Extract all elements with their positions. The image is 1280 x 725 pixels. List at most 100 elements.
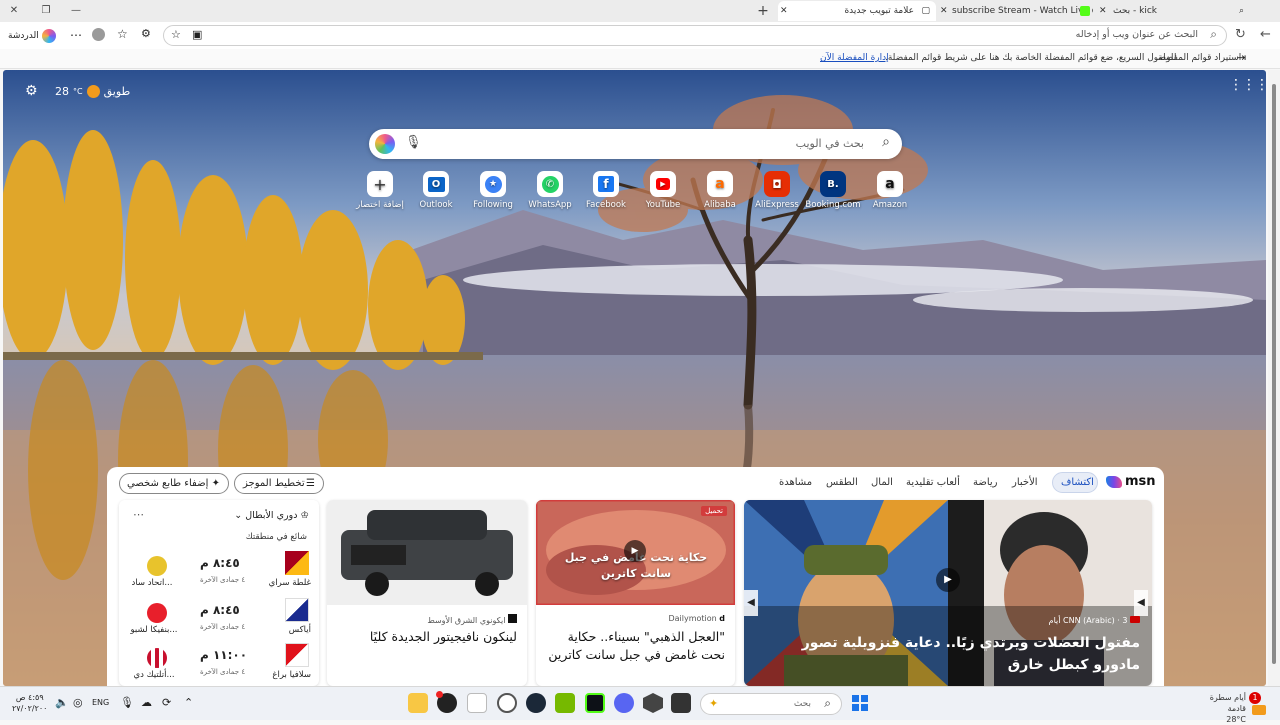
- notepad-icon[interactable]: [467, 693, 487, 713]
- speaker-icon[interactable]: 🔈: [55, 696, 69, 709]
- settings-app-icon[interactable]: [497, 693, 517, 713]
- tab-news[interactable]: الأخبار: [1012, 477, 1038, 488]
- extensions-icon[interactable]: ⚙: [141, 27, 151, 40]
- quick-link-following[interactable]: ★ Following: [464, 171, 522, 210]
- more-menu-icon[interactable]: ⋯: [70, 28, 82, 42]
- back-icon[interactable]: ←: [1260, 27, 1271, 42]
- profile-avatar[interactable]: [92, 28, 105, 41]
- quick-link-whatsapp[interactable]: ✆ WhatsApp: [521, 171, 579, 210]
- split-screen-icon[interactable]: ▣: [192, 28, 202, 41]
- msn-butterfly-icon: [1106, 475, 1122, 488]
- tab-discover[interactable]: اكتشاف: [1052, 472, 1098, 493]
- tab-close-icon[interactable]: ✕: [780, 1, 788, 21]
- quick-link-aliexpress[interactable]: ◘ AliExpress: [748, 171, 806, 210]
- weather-temp: 28: [55, 84, 69, 98]
- tab-new-tab[interactable]: ✕ ▢ علامة تبويب جديدة: [778, 1, 936, 21]
- quick-link-facebook[interactable]: f Facebook: [577, 171, 635, 210]
- news-card-lincoln[interactable]: ايكونوي الشرق الأوسط لينكون نافيجيتور ال…: [327, 500, 527, 686]
- more-options-icon[interactable]: ⋯: [133, 508, 144, 521]
- match-row[interactable]: سلافيا براغ ١١:٠٠ م ٤ جمادى الآخرة أتلتي…: [125, 640, 315, 684]
- carousel-prev-icon[interactable]: ◀: [744, 590, 758, 616]
- add-favorite-icon[interactable]: ☆: [171, 28, 181, 41]
- news-card-maduro[interactable]: ▶ ◀ ◀ CNN (Arabic) · 3 أيام مفتول العضلا…: [744, 500, 1152, 686]
- restore-window-icon[interactable]: ❐: [38, 3, 54, 19]
- discord-icon[interactable]: [614, 693, 634, 713]
- quick-link-youtube[interactable]: ▶ YouTube: [634, 171, 692, 210]
- source-logo-icon: [508, 614, 517, 623]
- facebook-icon: f: [593, 171, 619, 197]
- whatsapp-icon: ✆: [537, 171, 563, 197]
- kick-app-icon[interactable]: [585, 693, 605, 713]
- feed-layout-button[interactable]: ☰ تخطيط الموجز: [234, 473, 324, 494]
- favorites-icon[interactable]: ☆: [117, 27, 128, 41]
- file-explorer-icon[interactable]: [408, 693, 428, 713]
- tab-kick-search[interactable]: ✕ بحث - kick ⌕: [1095, 1, 1255, 21]
- tab-close-icon[interactable]: ✕: [1099, 1, 1107, 21]
- play-video-icon[interactable]: ▶: [936, 568, 960, 592]
- language-indicator[interactable]: ENG: [92, 698, 109, 707]
- start-windows-icon[interactable]: [852, 695, 868, 711]
- copilot-icon[interactable]: [375, 134, 395, 154]
- tab-sports[interactable]: رياضة: [973, 477, 998, 488]
- sync-icon[interactable]: ⟳: [162, 696, 171, 709]
- quick-link-amazon[interactable]: a Amazon: [861, 171, 919, 210]
- terminal-icon[interactable]: [671, 693, 691, 713]
- taskbar-search-input[interactable]: بحث: [794, 699, 811, 709]
- news-card-golden-calf[interactable]: تحميل حكاية نحت غامض في جبل سانت كاترين …: [536, 500, 735, 686]
- cloud-icon[interactable]: ☁: [141, 696, 152, 709]
- match-row[interactable]: غلطة سراي ٨:٤٥ م ٤ جمادى الآخرة اتحاد سا…: [125, 548, 315, 592]
- personalize-button[interactable]: ✦ إضفاء طابع شخصي: [119, 473, 229, 494]
- tab-money[interactable]: المال: [871, 477, 893, 488]
- taskbar-weather[interactable]: أيام سطرة قادمة 28°C: [1190, 692, 1246, 725]
- play-video-icon[interactable]: ▶: [624, 540, 646, 562]
- clock-time: ٤:٥٩ ص: [15, 693, 44, 702]
- microphone-icon[interactable]: 🎙: [405, 135, 422, 150]
- tab-kick-stream[interactable]: ✕ subscribe Stream - Watch Live on: [938, 1, 1093, 21]
- wifi-icon[interactable]: ◎: [73, 696, 83, 709]
- match-date: ٤ جمادى الآخرة: [200, 668, 246, 676]
- widgets-icon[interactable]: [1252, 705, 1266, 715]
- address-input[interactable]: البحث عن عنوان ويب أو إدخاله: [1076, 29, 1198, 40]
- card-source: CNN (Arabic) · 3 أيام: [1049, 616, 1140, 625]
- quick-link-label: WhatsApp: [528, 200, 572, 210]
- microphone-icon[interactable]: 🎙: [120, 696, 134, 709]
- address-bar[interactable]: ☆ ▣ البحث عن عنوان ويب أو إدخاله ⌕: [163, 25, 1227, 46]
- refresh-icon[interactable]: ↻: [1235, 27, 1246, 42]
- msn-logo[interactable]: msn: [1106, 474, 1156, 489]
- add-shortcut-button[interactable]: + إضافة اختصار: [351, 171, 409, 210]
- notification-dot: [436, 691, 443, 698]
- search-input[interactable]: بحث في الويب: [796, 137, 864, 150]
- quick-link-label: Outlook: [419, 200, 453, 210]
- copilot-button[interactable]: الدردشة: [8, 28, 68, 44]
- scrollbar-thumb[interactable]: [1272, 84, 1276, 664]
- new-tab-button[interactable]: +: [755, 3, 771, 19]
- steam-icon[interactable]: [526, 693, 546, 713]
- manage-favorites-link[interactable]: إدارة المفضلة الآن: [820, 53, 889, 63]
- minimize-window-icon[interactable]: —: [68, 3, 84, 19]
- aliexpress-icon: ◘: [764, 171, 790, 197]
- tab-weather[interactable]: الطقس: [826, 477, 858, 488]
- clock[interactable]: ٤:٥٩ ص ٢٧/٠٢/٢٠٠: [12, 692, 47, 714]
- quick-link-outlook[interactable]: O Outlook: [407, 171, 465, 210]
- taskbar-search[interactable]: ✦ بحث ⌕: [700, 693, 842, 715]
- quick-link-alibaba[interactable]: a Alibaba: [691, 171, 749, 210]
- amazon-icon: a: [877, 171, 903, 197]
- chevron-up-icon[interactable]: ⌃: [184, 696, 193, 709]
- sports-title[interactable]: ⌄ دوري الأبطال ♔: [234, 510, 309, 521]
- tab-label: علامة تبويب جديدة: [844, 6, 914, 16]
- quick-link-booking[interactable]: B. Booking.com: [804, 171, 862, 210]
- import-favorites-icon[interactable]: ⇥: [1237, 51, 1246, 64]
- tab-watch[interactable]: مشاهدة: [779, 477, 812, 488]
- page-scrollbar[interactable]: [1268, 70, 1280, 686]
- carousel-next-icon[interactable]: ◀: [1134, 590, 1148, 616]
- tab-games[interactable]: ألعاب تقليدية: [906, 477, 960, 488]
- tab-close-icon[interactable]: ✕: [940, 1, 948, 21]
- match-row[interactable]: أياكس ٨:٤٥ م ٤ جمادى الآخرة بنفيكا لشبو.…: [125, 595, 315, 639]
- nvidia-icon[interactable]: [555, 693, 575, 713]
- web-search-box[interactable]: 🎙 بحث في الويب ⌕: [369, 129, 902, 159]
- import-favorites-label[interactable]: استيراد قوائم المفضلة: [1158, 53, 1241, 63]
- apps-grid-icon[interactable]: ⋮⋮⋮: [1229, 78, 1266, 92]
- close-window-icon[interactable]: ✕: [6, 3, 22, 19]
- weather-widget[interactable]: 28 °C طويق: [55, 83, 130, 99]
- settings-gear-icon[interactable]: ⚙: [25, 83, 38, 99]
